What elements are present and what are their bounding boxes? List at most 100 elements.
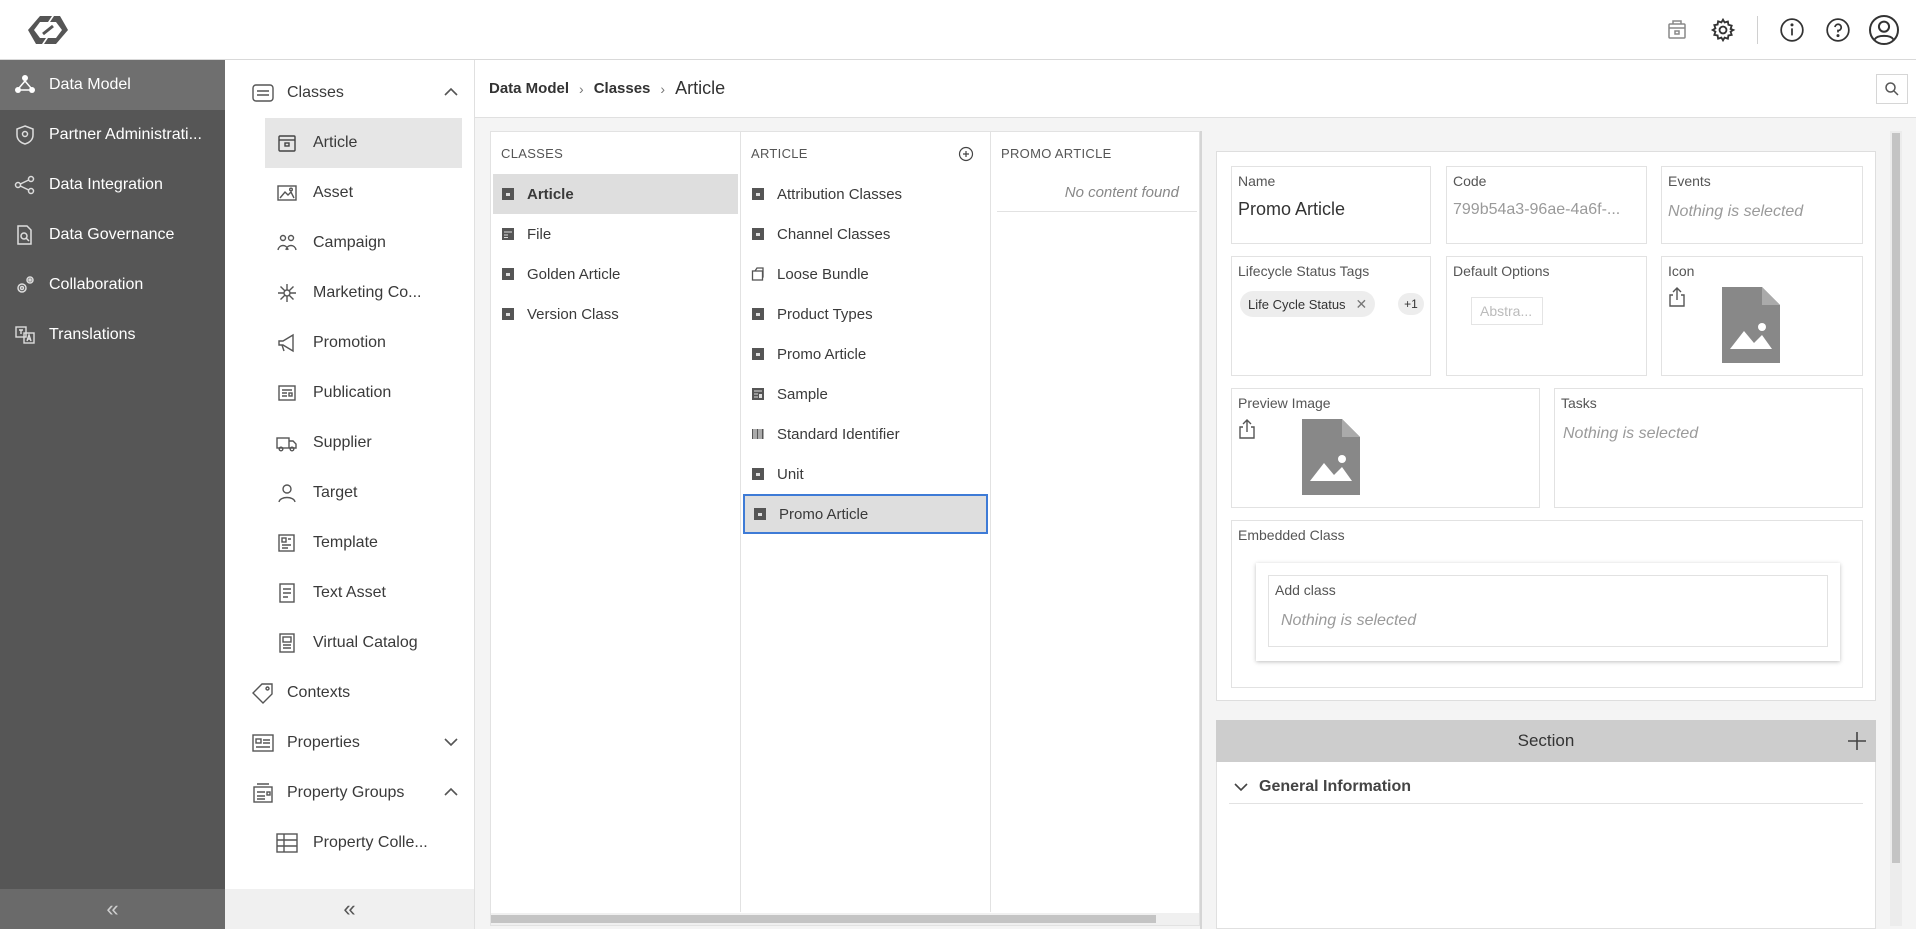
collapse-subnav-button[interactable]: « [225,889,474,929]
row-label: Product Types [777,305,873,323]
upload-icon[interactable] [1238,419,1256,439]
template-icon [275,531,299,555]
search-icon [1885,82,1899,96]
nav-item-data-integration[interactable]: Data Integration [0,160,225,210]
subnav-group-property-groups[interactable]: Property Groups [225,768,474,818]
field-label: Events [1668,173,1711,189]
article-box-icon [275,131,299,155]
archive-box-icon[interactable] [1661,14,1693,46]
class-box-icon [751,187,765,201]
scrollbar-thumb[interactable] [1892,133,1900,863]
nav-item-partner-administration[interactable]: Partner Administrati... [0,110,225,160]
subnav-group-properties[interactable]: Properties [225,718,474,768]
column-row-version-class[interactable]: Version Class [493,294,738,334]
column-row-standard-identifier[interactable]: Standard Identifier [743,414,988,454]
subnav-item-supplier[interactable]: Supplier [225,418,474,468]
megaphone-icon [275,331,299,355]
chip-label: Life Cycle Status [1248,296,1346,312]
column-row-promo-article-selected[interactable]: Promo Article [743,494,988,534]
column-row-sample[interactable]: Sample [743,374,988,414]
column-row-file[interactable]: File [493,214,738,254]
subnav-item-target[interactable]: Target [225,468,474,518]
nav-label: Data Governance [49,226,175,243]
subnav-item-text-asset[interactable]: Text Asset [225,568,474,618]
nav-label: Translations [49,326,136,343]
search-button[interactable] [1876,74,1908,104]
abstract-option[interactable]: Abstra... [1471,297,1543,325]
column-row-channel-classes[interactable]: Channel Classes [743,214,988,254]
subnav-item-promotion[interactable]: Promotion [225,318,474,368]
subnav-item-campaign[interactable]: Campaign [225,218,474,268]
subnav-item-virtual-catalog[interactable]: Virtual Catalog [225,618,474,668]
subnav-item-publication[interactable]: Publication [225,368,474,418]
truck-icon [275,431,299,455]
nav-item-data-model[interactable]: Data Model [0,60,225,110]
subnav-item-label: Supplier [313,434,372,451]
breadcrumb-classes[interactable]: Classes [594,80,651,97]
subnav-item-asset[interactable]: Asset [225,168,474,218]
subnav-group-label: Property Groups [287,784,405,801]
column-header: CLASSES [501,145,564,161]
events-value: Nothing is selected [1668,203,1804,220]
barcode-icon [751,427,765,441]
subnav-item-template[interactable]: Template [225,518,474,568]
subnav-item-article[interactable]: Article [265,118,462,168]
field-label: Tasks [1561,395,1597,411]
gear-icon[interactable] [1707,14,1739,46]
column-row-product-types[interactable]: Product Types [743,294,988,334]
column-row-attribution-classes[interactable]: Attribution Classes [743,174,988,214]
nav-item-translations[interactable]: Translations [0,310,225,360]
vertical-scrollbar[interactable] [1890,131,1902,926]
user-avatar-icon[interactable] [1868,14,1900,46]
row-label: Channel Classes [777,225,891,243]
close-icon[interactable]: ✕ [1356,296,1368,313]
horizontal-scrollbar[interactable] [491,913,1199,925]
upload-icon[interactable] [1668,287,1686,307]
help-icon[interactable] [1822,14,1854,46]
add-circle-icon[interactable] [958,146,974,162]
column-row-unit[interactable]: Unit [743,454,988,494]
breadcrumb-data-model[interactable]: Data Model [489,80,569,97]
sample-icon [751,387,765,401]
info-icon[interactable] [1776,14,1808,46]
lifecycle-chip[interactable]: Life Cycle Status ✕ [1240,291,1376,317]
scrollbar-thumb[interactable] [491,915,1156,923]
nav-item-data-governance[interactable]: Data Governance [0,210,225,260]
embedded-class-field: Embedded Class Add class Nothing is sele… [1231,520,1863,688]
subnav-item-property-collections[interactable]: Property Colle... [225,818,474,868]
subnav-item-marketing-content[interactable]: Marketing Co... [225,268,474,318]
column-row-loose-bundle[interactable]: Loose Bundle [743,254,988,294]
row-label: Loose Bundle [777,265,869,283]
tasks-field[interactable]: Tasks Nothing is selected [1554,388,1863,508]
column-row-golden-article[interactable]: Golden Article [493,254,738,294]
add-class-field[interactable]: Add class Nothing is selected [1268,575,1828,647]
subnav-item-label: Text Asset [313,584,386,601]
icon-field[interactable]: Icon [1661,256,1863,376]
preview-image-field[interactable]: Preview Image [1231,388,1540,508]
subnav-group-classes[interactable]: Classes [225,68,474,118]
name-field[interactable]: Name Promo Article [1231,166,1431,244]
column-row-promo-article[interactable]: Promo Article [743,334,988,374]
lifecycle-status-field[interactable]: Lifecycle Status Tags Life Cycle Status … [1231,256,1431,376]
plus-icon[interactable] [1846,730,1868,752]
person-target-icon [275,481,299,505]
classes-column: CLASSES Article File Golden Article Vers… [491,132,741,912]
collapse-nav-button[interactable]: « [0,889,225,929]
more-count-badge[interactable]: +1 [1398,293,1424,315]
general-information-group[interactable]: General Information [1229,770,1863,804]
subnav-item-label: Asset [313,184,354,201]
row-label: Promo Article [779,505,869,523]
column-header: ARTICLE [741,132,990,174]
code-value: 799b54a3-96ae-4a6f-... [1453,201,1621,218]
subnav-group-label: Contexts [287,684,351,701]
class-box-icon [751,307,765,321]
default-options-field[interactable]: Default Options Abstra... [1446,256,1647,376]
subnav-group-contexts[interactable]: Contexts [225,668,474,718]
events-field[interactable]: Events Nothing is selected [1661,166,1863,244]
logo-icon[interactable] [26,12,70,48]
row-label: Version Class [527,305,619,323]
column-row-article[interactable]: Article [493,174,738,214]
field-label: Code [1453,173,1487,189]
nav-item-collaboration[interactable]: Collaboration [0,260,225,310]
code-field[interactable]: Code 799b54a3-96ae-4a6f-... [1446,166,1647,244]
